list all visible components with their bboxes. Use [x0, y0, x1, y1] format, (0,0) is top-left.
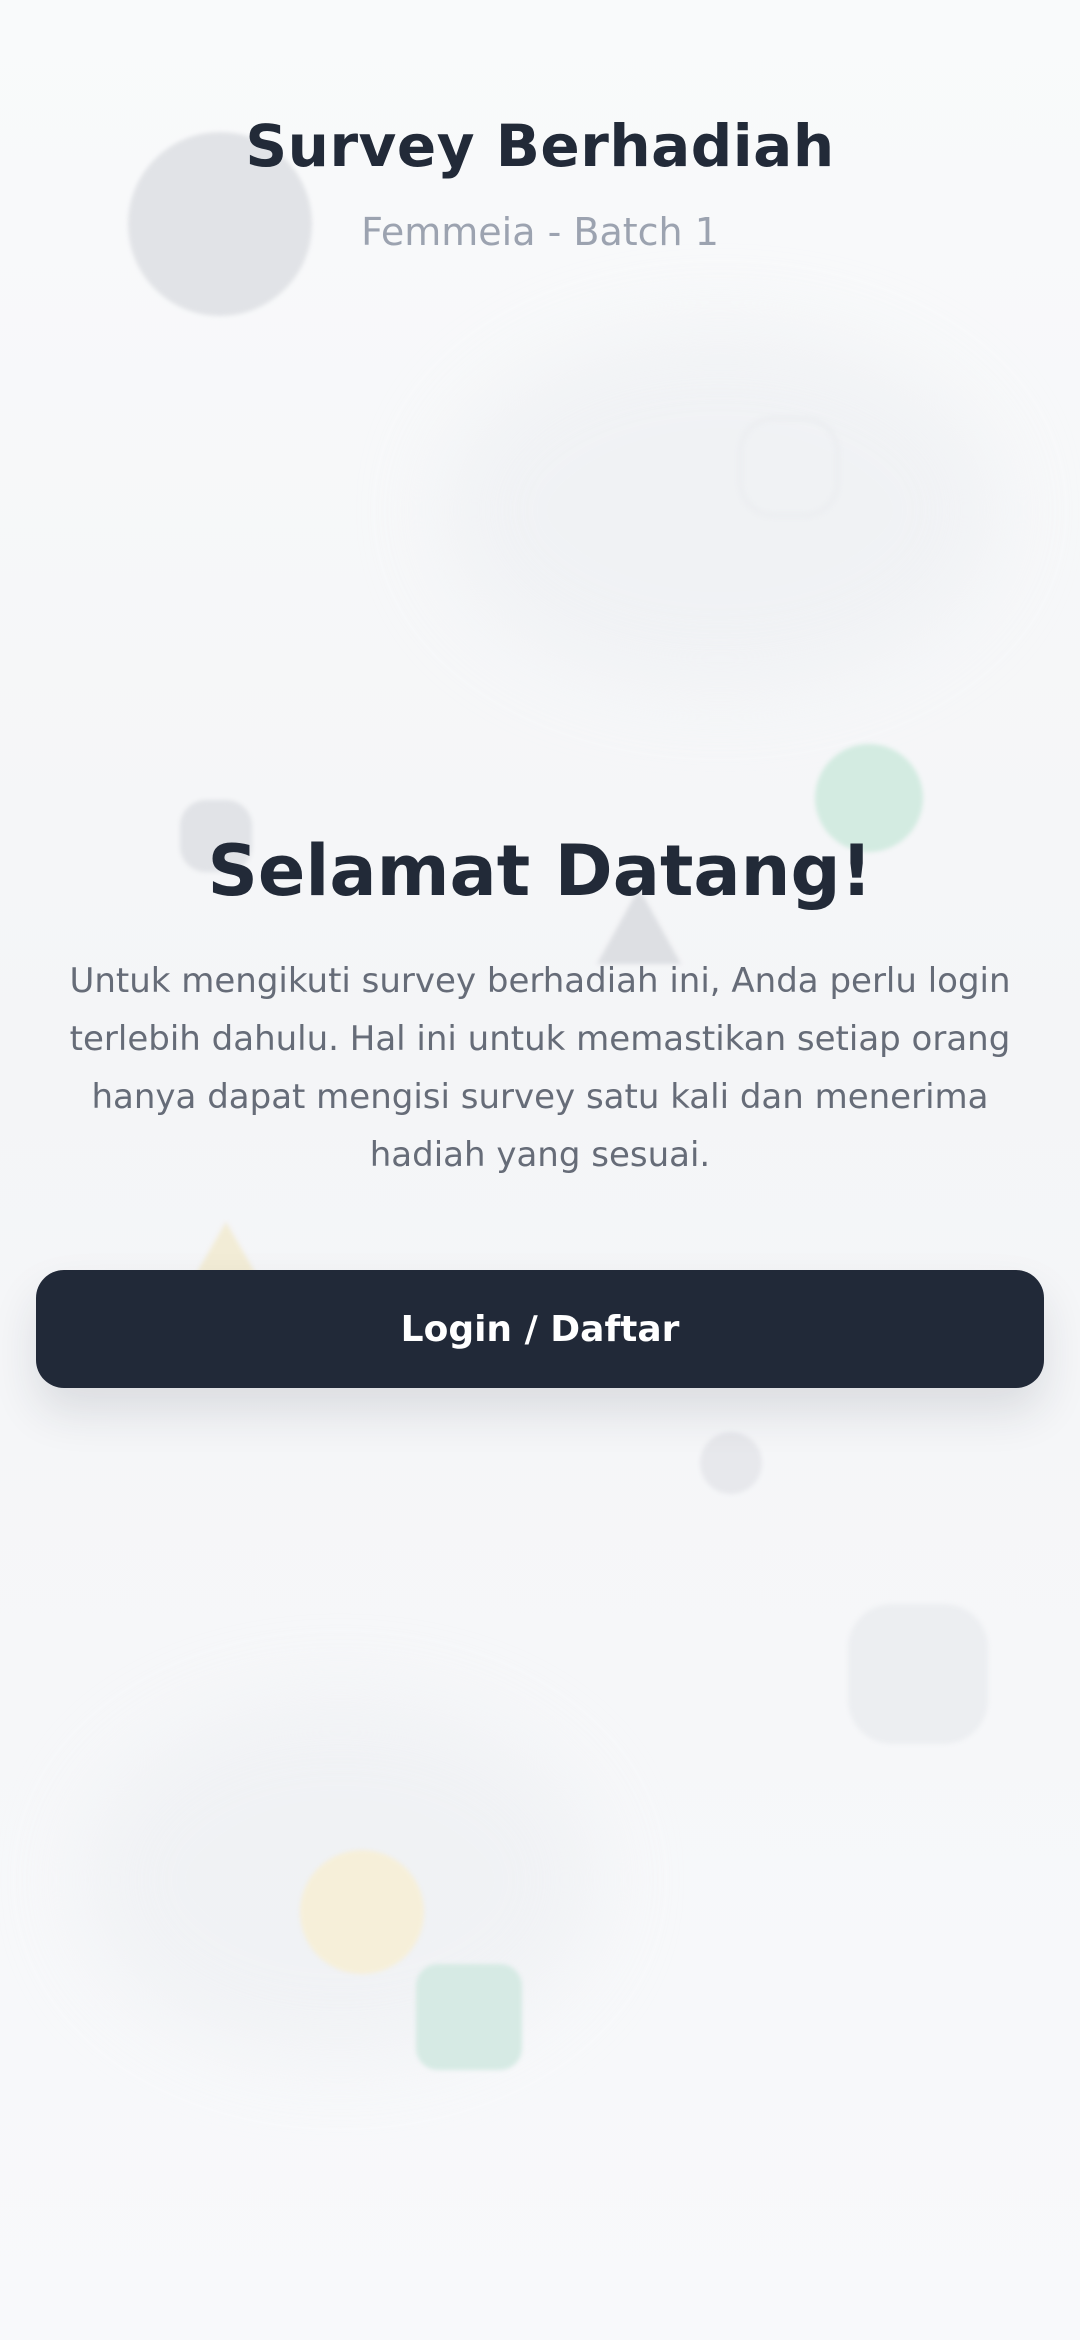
- welcome-section: Selamat Datang! Untuk mengikuti survey b…: [36, 830, 1044, 1184]
- decor-circle-shape: [700, 1432, 762, 1494]
- app-title: Survey Berhadiah: [245, 112, 835, 180]
- decor-triangle-shape: [196, 1222, 256, 1274]
- login-register-button[interactable]: Login / Daftar: [36, 1270, 1044, 1388]
- decor-square-shape: [416, 1964, 522, 2070]
- app-subtitle: Femmeia - Batch 1: [361, 210, 719, 254]
- decor-circle-shape: [300, 1850, 424, 1974]
- background-blob: [440, 330, 1000, 690]
- welcome-screen: Survey Berhadiah Femmeia - Batch 1 Selam…: [0, 0, 1080, 2340]
- welcome-title: Selamat Datang!: [207, 830, 873, 912]
- decor-square-shape: [848, 1604, 988, 1744]
- page-header: Survey Berhadiah Femmeia - Batch 1: [0, 112, 1080, 254]
- decor-ring-shape: [738, 416, 840, 518]
- welcome-description: Untuk mengikuti survey berhadiah ini, An…: [69, 961, 1011, 1175]
